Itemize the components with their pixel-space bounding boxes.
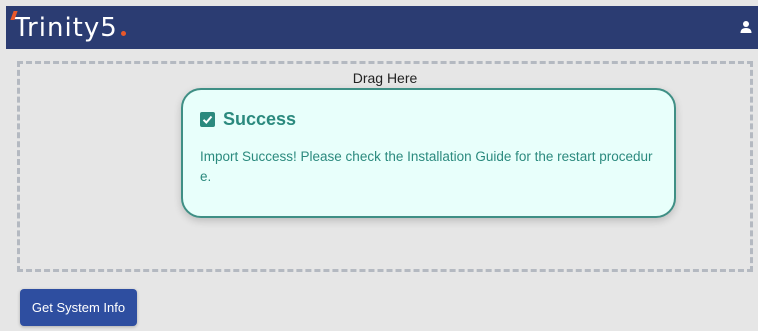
logo-text: Trinity5 [14,13,118,43]
dialog-message: Import Success! Please check the Install… [200,149,653,184]
dialog-title: Success [223,109,297,129]
trinity5-logo: Trinity5 [10,10,126,46]
user-icon[interactable] [740,20,752,34]
success-dialog: Success Import Success! Please check the… [181,88,676,218]
top-navigation-bar: Trinity5 [6,6,758,49]
drop-zone-label: Drag Here [352,70,418,86]
logo-accent-dot [121,31,126,36]
checkbox-checked-icon [200,112,215,127]
dialog-header: Success [200,109,296,130]
get-system-info-button[interactable]: Get System Info [20,289,137,326]
